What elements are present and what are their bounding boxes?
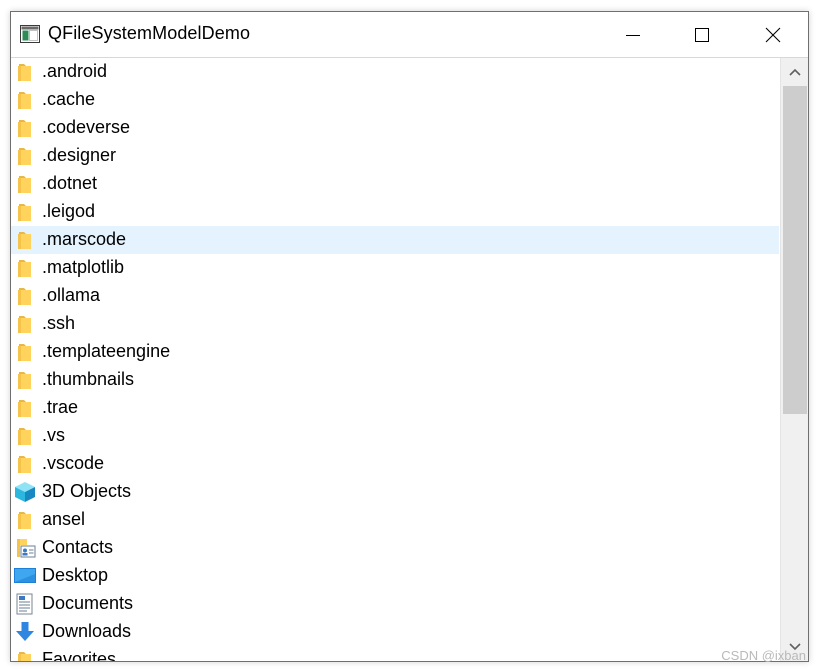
tree-item-label: .templateengine bbox=[42, 341, 171, 361]
3d-objects-icon bbox=[13, 481, 37, 503]
tree-item-label: Downloads bbox=[42, 621, 132, 641]
documents-icon bbox=[13, 593, 37, 615]
tree-item-label: .designer bbox=[42, 145, 117, 165]
tree-item-label: .thumbnails bbox=[42, 369, 135, 389]
tree-item[interactable]: .templateengine bbox=[11, 338, 779, 366]
folder-icon bbox=[13, 285, 37, 307]
tree-item[interactable]: .android bbox=[11, 58, 779, 86]
tree-item-label: .ssh bbox=[42, 313, 76, 333]
tree-item-label: 3D Objects bbox=[42, 481, 132, 501]
tree-item[interactable]: Favorites bbox=[11, 646, 779, 661]
tree-item-label: .dotnet bbox=[42, 173, 98, 193]
tree-item-label: .vscode bbox=[42, 453, 105, 473]
close-icon bbox=[765, 27, 781, 42]
app-window: QFileSystemModelDemo .android .cache .co… bbox=[10, 11, 809, 662]
tree-item[interactable]: .marscode bbox=[11, 226, 779, 254]
folder-icon bbox=[13, 201, 37, 223]
folder-icon bbox=[13, 369, 37, 391]
tree-item-label: .android bbox=[42, 61, 108, 81]
tree-item[interactable]: Desktop bbox=[11, 562, 779, 590]
qt-window-icon bbox=[20, 25, 40, 43]
tree-item[interactable]: .trae bbox=[11, 394, 779, 422]
folder-icon bbox=[13, 313, 37, 335]
tree-item[interactable]: .cache bbox=[11, 86, 779, 114]
tree-item[interactable]: Downloads bbox=[11, 618, 779, 646]
close-button[interactable] bbox=[738, 12, 808, 57]
folder-icon bbox=[13, 229, 37, 251]
tree-item-label: .ollama bbox=[42, 285, 101, 305]
scroll-up-button[interactable] bbox=[781, 58, 808, 86]
chevron-up-icon bbox=[789, 68, 801, 76]
tree-item[interactable]: Contacts bbox=[11, 534, 779, 562]
downloads-icon bbox=[13, 621, 37, 643]
tree-item[interactable]: 3D Objects bbox=[11, 478, 779, 506]
scrollbar-thumb[interactable] bbox=[783, 86, 807, 414]
tree-item-label: Favorites bbox=[42, 649, 117, 661]
tree-item-label: Desktop bbox=[42, 565, 109, 585]
tree-item-label: .cache bbox=[42, 89, 96, 109]
minimize-button[interactable] bbox=[598, 12, 668, 57]
tree-item-label: .matplotlib bbox=[42, 257, 125, 277]
folder-icon bbox=[13, 173, 37, 195]
maximize-button[interactable] bbox=[667, 12, 737, 57]
tree-item-label: .marscode bbox=[42, 229, 127, 249]
watermark: CSDN @ixban bbox=[721, 648, 806, 663]
tree-item-label: .codeverse bbox=[42, 117, 131, 137]
tree-item[interactable]: .ssh bbox=[11, 310, 779, 338]
folder-icon bbox=[13, 397, 37, 419]
folder-icon bbox=[13, 89, 37, 111]
tree-item[interactable]: .codeverse bbox=[11, 114, 779, 142]
tree-item[interactable]: ansel bbox=[11, 506, 779, 534]
folder-icon bbox=[13, 453, 37, 475]
contacts-icon bbox=[13, 537, 37, 559]
folder-icon bbox=[13, 509, 37, 531]
tree-item[interactable]: .thumbnails bbox=[11, 366, 779, 394]
vertical-scrollbar[interactable] bbox=[780, 58, 808, 661]
file-tree-view[interactable]: .android .cache .codeverse .designer .do… bbox=[11, 58, 779, 661]
window-title: QFileSystemModelDemo bbox=[48, 23, 251, 43]
folder-icon bbox=[13, 117, 37, 139]
tree-item-label: Documents bbox=[42, 593, 134, 613]
minimize-icon bbox=[626, 34, 640, 36]
folder-icon bbox=[13, 257, 37, 279]
tree-item-label: ansel bbox=[42, 509, 86, 529]
tree-item[interactable]: .ollama bbox=[11, 282, 779, 310]
tree-item[interactable]: .vs bbox=[11, 422, 779, 450]
folder-icon bbox=[13, 61, 37, 83]
tree-item-label: .leigod bbox=[42, 201, 96, 221]
maximize-icon bbox=[695, 27, 709, 42]
tree-item[interactable]: .vscode bbox=[11, 450, 779, 478]
tree-item[interactable]: .leigod bbox=[11, 198, 779, 226]
folder-icon bbox=[13, 649, 37, 661]
folder-icon bbox=[13, 425, 37, 447]
desktop-icon bbox=[13, 565, 37, 587]
tree-item[interactable]: .designer bbox=[11, 142, 779, 170]
tree-item-label: Contacts bbox=[42, 537, 114, 557]
title-bar[interactable]: QFileSystemModelDemo bbox=[11, 12, 808, 58]
folder-icon bbox=[13, 145, 37, 167]
tree-item[interactable]: .matplotlib bbox=[11, 254, 779, 282]
tree-item-label: .vs bbox=[42, 425, 66, 445]
tree-item[interactable]: .dotnet bbox=[11, 170, 779, 198]
folder-icon bbox=[13, 341, 37, 363]
tree-item-label: .trae bbox=[42, 397, 79, 417]
tree-item[interactable]: Documents bbox=[11, 590, 779, 618]
